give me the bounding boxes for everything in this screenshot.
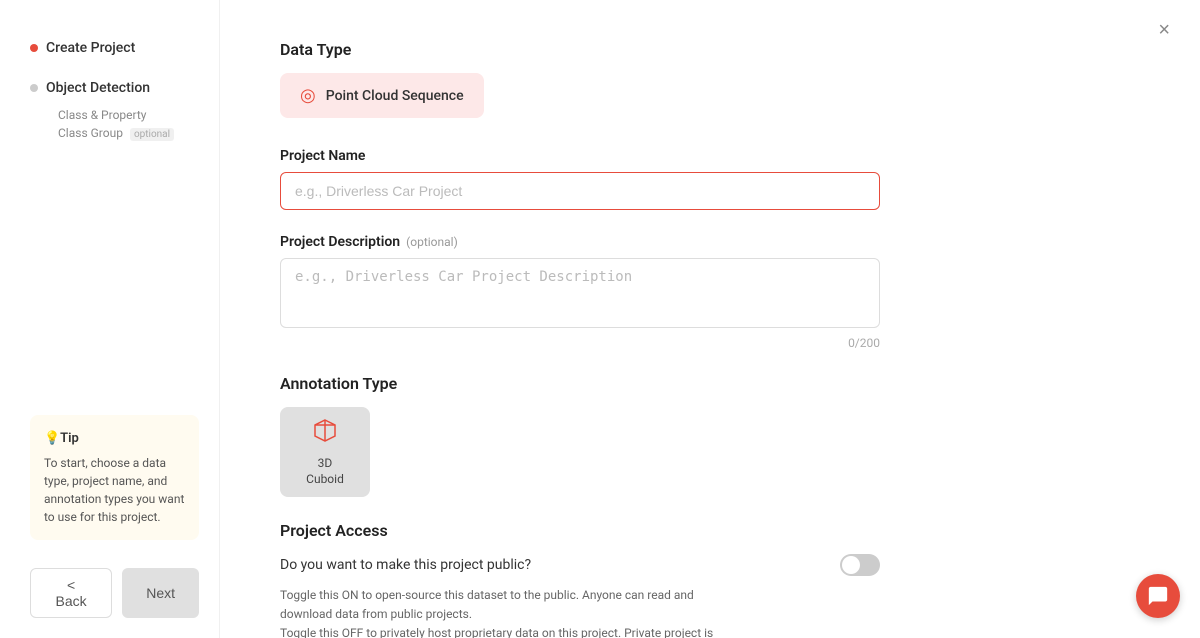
next-button[interactable]: Next [122,568,199,618]
tip-title: 💡Tip [44,429,185,449]
object-detection-dot [30,84,38,92]
access-description: Toggle this ON to open-source this datas… [280,586,880,638]
annotation-type-card[interactable]: 3D Cuboid [280,407,370,497]
create-project-label: Create Project [46,40,135,56]
data-type-card-label: Point Cloud Sequence [326,88,464,104]
char-count: 0/200 [280,336,880,350]
sidebar-sub-items: Class & Property Class Group optional [30,108,199,140]
data-type-card[interactable]: ◎ Point Cloud Sequence [280,73,484,118]
access-question-row: Do you want to make this project public? [280,554,880,576]
project-name-input[interactable] [280,172,880,210]
project-access-section-label: Project Access [280,521,1140,540]
sidebar-create-project: Create Project [30,40,199,56]
main-content: × Data Type ◎ Point Cloud Sequence Proje… [220,0,1200,638]
optional-label: (optional) [406,235,458,249]
annotation-card-label: 3D Cuboid [306,456,344,487]
tip-box: 💡Tip To start, choose a data type, proje… [30,415,199,541]
optional-tag: optional [130,128,174,141]
data-type-section-label: Data Type [280,40,1140,59]
object-detection-label: Object Detection [46,80,150,96]
annotation-type-section-label: Annotation Type [280,374,1140,393]
access-question-text: Do you want to make this project public? [280,557,531,573]
create-project-dot [30,44,38,52]
public-toggle[interactable] [840,554,880,576]
sidebar-object-detection: Object Detection [30,80,199,96]
chat-button[interactable] [1136,574,1180,618]
tip-text: To start, choose a data type, project na… [44,454,185,526]
sidebar: Create Project Object Detection Class & … [0,0,220,638]
sidebar-sub-class-group: Class Group optional [58,126,199,140]
project-name-group: Project Name [280,148,1140,210]
nav-buttons: < Back Next [30,568,199,618]
cuboid-icon [311,416,339,450]
sidebar-sub-class-property: Class & Property [58,108,199,122]
point-cloud-icon: ◎ [300,85,316,106]
project-description-input[interactable] [280,258,880,328]
close-button[interactable]: × [1158,20,1170,40]
project-description-label: Project Description (optional) [280,234,1140,250]
back-button[interactable]: < Back [30,568,112,618]
project-name-label: Project Name [280,148,1140,164]
project-description-group: Project Description (optional) 0/200 [280,234,1140,350]
